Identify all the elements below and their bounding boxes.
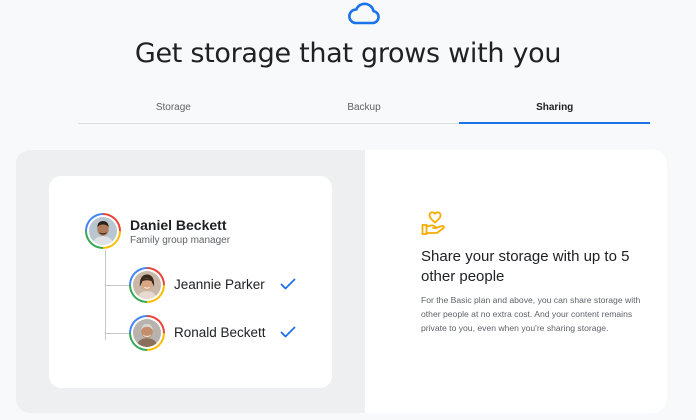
family-illustration-area: Daniel Beckett Family group manager Jean… [16,150,365,413]
page-title: Get storage that grows with you [134,38,562,69]
avatar-daniel-beckett [85,213,121,249]
checkmark-icon [280,278,296,290]
avatar-jeannie-parker [129,267,165,303]
checkmark-icon [280,326,296,338]
page: Get storage that grows with you Storage … [0,0,696,420]
sharing-heading: Share your storage with up to 5 other pe… [421,248,630,285]
manager-role: Family group manager [130,235,231,246]
hand-heart-icon [421,211,445,235]
tree-connector-branch [105,285,129,286]
family-group-panel: Daniel Beckett Family group manager Jean… [49,176,332,388]
manager-name: Daniel Beckett [130,217,227,233]
member-name: Ronald Beckett [174,325,266,340]
sharing-card: Daniel Beckett Family group manager Jean… [16,150,667,413]
cloud-icon [348,2,380,25]
tab-backup[interactable]: Backup [269,96,460,123]
sharing-info-area: Share your storage with up to 5 other pe… [365,150,667,413]
tab-bar: Storage Backup Sharing [78,96,650,124]
tab-storage[interactable]: Storage [78,96,269,123]
tab-sharing[interactable]: Sharing [459,96,650,124]
avatar-ronald-beckett [129,315,165,351]
tree-connector-branch [105,333,129,334]
sharing-description: For the Basic plan and above, you can sh… [421,295,641,333]
member-name: Jeannie Parker [174,277,265,292]
tree-connector-vertical [105,250,106,340]
